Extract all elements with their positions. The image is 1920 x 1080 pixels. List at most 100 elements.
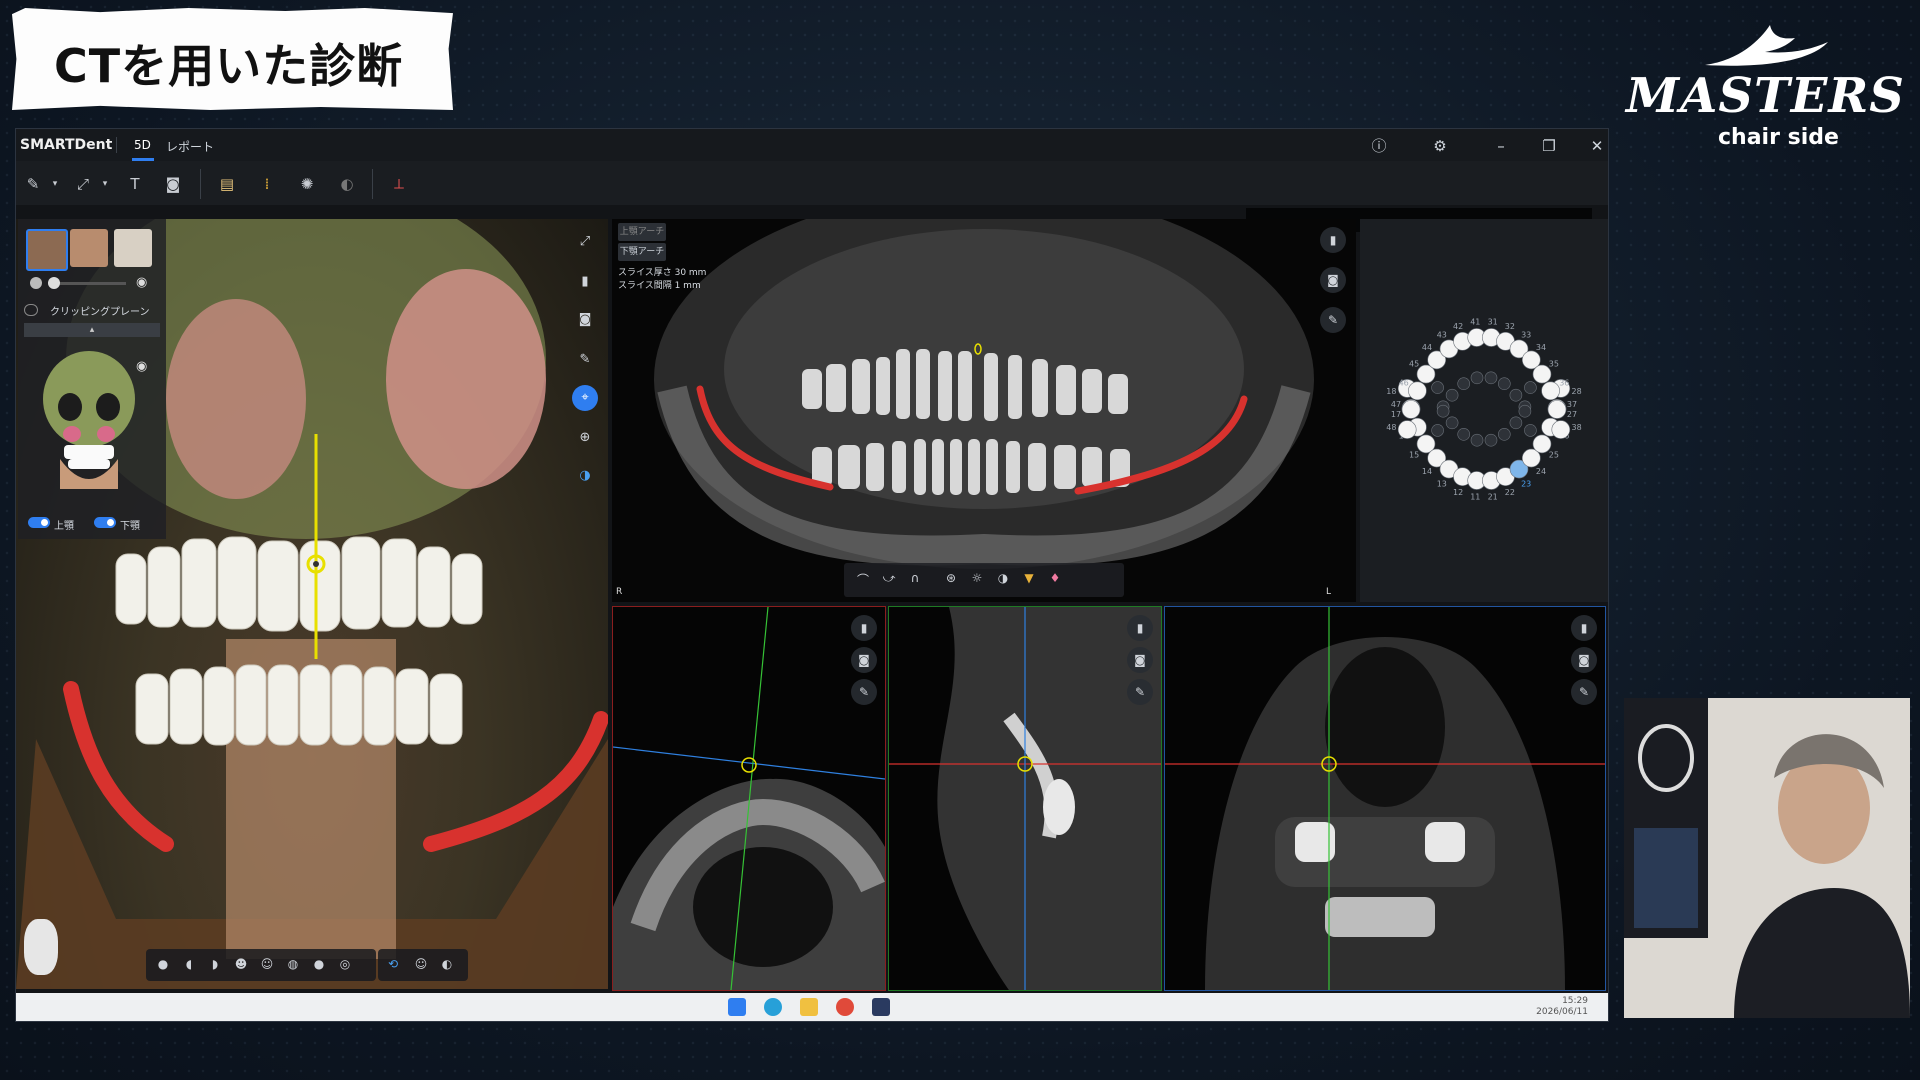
tooth-83[interactable] [1445, 388, 1459, 402]
brightness-icon[interactable]: ☼ [968, 571, 986, 589]
tooth-36[interactable] [1541, 381, 1560, 401]
filter-icon[interactable]: ⊛ [942, 571, 960, 589]
tooth-add-icon[interactable]: ⊕ [572, 425, 598, 451]
chevron-down-icon[interactable]: ▾ [92, 171, 118, 197]
view-thumbnail-2[interactable] [70, 229, 108, 267]
camera-icon[interactable]: ◙ [160, 171, 186, 197]
tooth-55[interactable] [1431, 381, 1444, 394]
color-map-icon[interactable]: ▼ [1020, 571, 1038, 589]
chevron-down-icon[interactable]: ▾ [42, 171, 68, 197]
browser-edge-icon[interactable] [764, 998, 782, 1016]
tooth-85[interactable] [1431, 424, 1444, 437]
tooth-52[interactable] [1457, 428, 1470, 441]
smartdent-app-icon[interactable] [872, 998, 890, 1016]
restore-icon[interactable]: ❐ [1538, 135, 1560, 157]
pen-icon[interactable]: ✎ [1571, 679, 1597, 705]
tooth-62[interactable] [1498, 428, 1511, 441]
view-thumbnail-3[interactable] [114, 229, 152, 267]
camera-icon[interactable]: ◙ [1320, 267, 1346, 293]
arch-edit-icon[interactable]: ∩ [906, 571, 924, 589]
camera-icon[interactable]: ◙ [1571, 647, 1597, 673]
skull-front-icon[interactable]: ☻ [232, 957, 250, 975]
head-orientation-icon[interactable] [24, 919, 58, 975]
tooth-84[interactable] [1436, 404, 1450, 418]
view-thumbnail-1[interactable] [26, 229, 68, 271]
minimize-icon[interactable]: – [1490, 135, 1512, 157]
axes-icon[interactable]: ⟂ [386, 171, 412, 197]
camera-icon[interactable]: ◙ [1127, 647, 1153, 673]
nerve-icon[interactable]: ✺ [294, 171, 320, 197]
fullscreen-icon[interactable]: ⤢ [572, 229, 598, 255]
implant-icon[interactable]: ▮ [1320, 227, 1346, 253]
contrast-icon[interactable]: ◑ [994, 571, 1012, 589]
settings-icon[interactable]: ⚙ [1429, 135, 1451, 157]
implant-icon[interactable]: ⁞ [254, 171, 280, 197]
profile-icon[interactable]: ◐ [438, 957, 456, 975]
tooth-47[interactable] [1401, 400, 1421, 419]
camera-icon[interactable]: ◙ [572, 307, 598, 333]
camera-icon[interactable]: ◙ [851, 647, 877, 673]
clipping-toggle[interactable] [24, 304, 38, 316]
tab-5d[interactable]: 5D [134, 138, 151, 152]
tooth-73[interactable] [1509, 388, 1523, 402]
rotate-icon[interactable]: ⟲ [384, 957, 402, 975]
tooth-37[interactable] [1547, 400, 1567, 419]
tooth-48[interactable] [1397, 420, 1417, 439]
crosshair-icon[interactable]: ⌖ [572, 385, 598, 411]
document-icon[interactable]: ▤ [214, 171, 240, 197]
tooth-53[interactable] [1445, 416, 1459, 430]
upper-jaw-toggle[interactable] [28, 517, 50, 528]
tab-report[interactable]: レポート [166, 138, 214, 155]
head-side-icon[interactable]: ◗ [206, 957, 224, 975]
pen-icon[interactable]: ✎ [1127, 679, 1153, 705]
slider-handle[interactable] [48, 277, 60, 289]
axial-slice-view[interactable]: ▮ ◙ ✎ [612, 606, 886, 991]
text-icon[interactable]: T [122, 171, 148, 197]
tooth-71[interactable] [1484, 371, 1498, 385]
arch-icon[interactable]: ⌒ [854, 571, 872, 589]
tab-upper-arch[interactable]: 上顎アーチ [618, 223, 666, 241]
tooth-46[interactable] [1408, 381, 1427, 401]
skull-bottom-icon[interactable]: ● [310, 957, 328, 975]
implant-icon[interactable]: ▮ [851, 615, 877, 641]
tooth-color-icon[interactable]: ♦ [1046, 571, 1064, 589]
implant-icon[interactable]: ▮ [1127, 615, 1153, 641]
eye-icon[interactable]: ◉ [136, 359, 147, 374]
pen-icon[interactable]: ✎ [1320, 307, 1346, 333]
info-icon[interactable]: ⓘ [1368, 135, 1390, 157]
tooth-75[interactable] [1524, 424, 1537, 437]
tooth-81[interactable] [1470, 371, 1484, 385]
tooth-82[interactable] [1457, 377, 1470, 390]
pen-icon[interactable]: ✎ [851, 679, 877, 705]
face-icon[interactable]: ☺ [412, 957, 430, 975]
tooth-icon[interactable]: ● [154, 957, 172, 975]
tooth-72[interactable] [1498, 377, 1511, 390]
close-icon[interactable]: ✕ [1586, 135, 1608, 157]
head-left-icon[interactable]: ◖ [180, 957, 198, 975]
eye-icon[interactable]: ◉ [136, 275, 147, 290]
windows-start-icon[interactable] [728, 998, 746, 1016]
implant-icon[interactable]: ▮ [572, 269, 598, 295]
tooth-38[interactable] [1551, 420, 1571, 439]
lower-jaw-toggle[interactable] [94, 517, 116, 528]
browser-chrome-icon[interactable] [836, 998, 854, 1016]
sphere-icon[interactable]: ◐ [334, 171, 360, 197]
skull-back-icon[interactable]: ☺ [258, 957, 276, 975]
panoramic-view[interactable]: 上顎アーチ 下顎アーチ スライス厚さ 30 mm スライス間隔 1 mm R L… [612, 219, 1356, 602]
skull-top-icon[interactable]: ◍ [284, 957, 302, 975]
3d-view[interactable]: ◉ クリッピングプレーン ▴ ◉ 上顎 下顎 ⤢ ▮ ◙ ✎ ⌖ ⊕ ◑ ● ◖… [16, 219, 608, 989]
pen-icon[interactable]: ✎ [572, 347, 598, 373]
tab-lower-arch[interactable]: 下顎アーチ [618, 243, 666, 261]
implant-icon[interactable]: ▮ [1571, 615, 1597, 641]
curve-icon[interactable]: ⤻ [880, 571, 898, 589]
tooth-51[interactable] [1470, 433, 1484, 447]
tooth-61[interactable] [1484, 433, 1498, 447]
tooth-65[interactable] [1524, 381, 1537, 394]
sagittal-slice-view[interactable]: ▮ ◙ ✎ [888, 606, 1162, 991]
axis-icon[interactable]: ◑ [572, 463, 598, 489]
tooth-74[interactable] [1518, 404, 1532, 418]
chevron-up-icon[interactable]: ▴ [24, 323, 160, 337]
reset-view-icon[interactable]: ◎ [336, 957, 354, 975]
tooth-63[interactable] [1509, 416, 1523, 430]
file-explorer-icon[interactable] [800, 998, 818, 1016]
